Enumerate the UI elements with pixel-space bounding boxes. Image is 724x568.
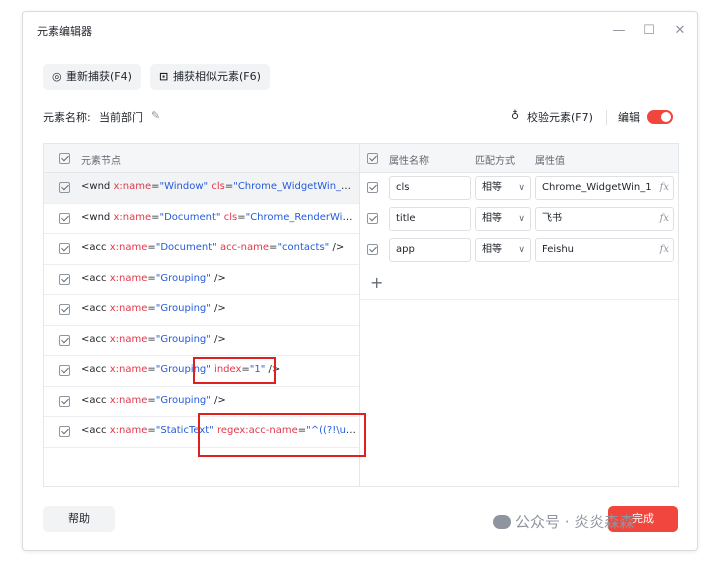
tree-node-checkbox[interactable] [59,395,70,407]
fx-icon[interactable]: fx [660,208,669,230]
element-tree-header-label: 元素节点 [81,156,121,167]
attribute-name-field[interactable]: cls [389,176,471,200]
edit-name-pencil-icon[interactable]: ✎ [151,109,160,122]
chevron-down-icon: ∨ [518,214,525,224]
tree-node-text: <wnd x:name="Document" cls="Chrome_Rende… [81,211,357,223]
element-name-label: 元素名称: [43,111,91,124]
tree-node-text: <acc x:name="Grouping" /> [81,394,226,406]
capture-similar-button[interactable]: ⊡ 捕获相似元素(F6) [150,64,270,90]
attribute-table: 属性名称 匹配方式 属性值 cls 相等 ∨ Chrome_WidgetWin_1 fx… [360,144,678,486]
attribute-checkbox[interactable] [367,244,378,255]
attribute-row: app 相等 ∨ Feishu fx [360,235,678,266]
attribute-value-field[interactable]: Chrome_WidgetWin_1 fx [535,176,674,200]
attribute-divider [360,299,678,300]
minimize-icon[interactable]: — [608,20,630,42]
wechat-icon [493,515,511,529]
tree-node-checkbox[interactable] [59,273,70,285]
toolbar-divider [606,110,607,125]
title-bar: 元素编辑器 — ☐ ✕ [23,12,697,48]
attribute-table-header: 属性名称 匹配方式 属性值 [360,144,678,173]
tree-node-checkbox[interactable] [59,334,70,346]
tree-node-text: <acc x:name="Grouping" /> [81,303,226,314]
tree-node-checkbox[interactable] [59,365,70,376]
tree-node-checkbox[interactable] [59,212,70,224]
recapture-icon: ◎ [52,70,62,83]
attr-value-header: 属性值 [535,156,565,167]
tree-node-text: <acc x:name="Document" acc-name="contact… [81,242,345,253]
element-tree-rows: <wnd x:name="Window" cls="Chrome_WidgetW… [44,173,359,448]
select-all-nodes-checkbox[interactable] [59,153,70,164]
tree-node-row[interactable]: <acc x:name="Grouping" /> [44,295,359,326]
attribute-value-field[interactable]: Feishu fx [535,238,674,262]
attribute-value-field[interactable]: 飞书 fx [535,207,674,231]
element-tree-header: 元素节点 [44,144,359,173]
attribute-checkbox[interactable] [367,213,378,224]
close-icon[interactable]: ✕ [669,20,691,42]
chevron-down-icon: ∨ [518,245,525,255]
fx-icon[interactable]: fx [660,177,669,199]
match-mode-select[interactable]: 相等 ∨ [475,207,531,231]
tree-node-text: <wnd x:name="Window" cls="Chrome_WidgetW… [81,181,357,192]
tree-node-checkbox[interactable] [59,243,70,254]
maximize-icon[interactable]: ☐ [638,20,660,42]
highlight-index-box [193,357,276,384]
tree-node-checkbox[interactable] [59,182,70,193]
tree-node-text: <acc x:name="Grouping" /> [81,272,226,284]
highlight-regex-box [198,413,366,457]
recapture-button[interactable]: ◎ 重新捕获(F4) [43,64,141,90]
watermark: 公众号 · 炎炎森森 [493,511,634,532]
add-attribute-icon[interactable]: + [370,275,383,291]
window-title: 元素编辑器 [37,25,92,38]
attr-match-header: 匹配方式 [475,156,515,167]
help-button[interactable]: 帮助 [43,506,115,532]
tree-node-row[interactable]: <acc x:name="Grouping" /> [44,265,359,295]
attribute-row: cls 相等 ∨ Chrome_WidgetWin_1 fx [360,173,678,204]
attribute-name-field[interactable]: title [389,207,471,231]
attribute-rows: cls 相等 ∨ Chrome_WidgetWin_1 fx title 相等 ∨ 飞书 fx ap… [360,173,678,266]
edit-toggle[interactable] [647,110,673,124]
attr-name-header: 属性名称 [389,156,429,167]
verify-element-button[interactable]: 校验元素(F7) [527,109,593,125]
select-all-attrs-checkbox[interactable] [367,153,378,164]
match-mode-select[interactable]: 相等 ∨ [475,176,531,200]
element-name-value: 当前部门 [99,111,143,124]
tree-node-checkbox[interactable] [59,426,70,437]
capture-similar-icon: ⊡ [159,70,169,83]
edit-toggle-label: 编辑 [618,111,640,124]
tree-node-row[interactable]: <wnd x:name="Window" cls="Chrome_WidgetW… [44,173,359,204]
tree-node-checkbox[interactable] [59,304,70,315]
tree-node-row[interactable]: <wnd x:name="Document" cls="Chrome_Rende… [44,204,359,234]
attribute-name-field[interactable]: app [389,238,471,262]
verify-bulb-icon: ♁ [511,109,520,122]
chevron-down-icon: ∨ [518,183,525,193]
match-mode-select[interactable]: 相等 ∨ [475,238,531,262]
attribute-row: title 相等 ∨ 飞书 fx [360,204,678,235]
tree-node-row[interactable]: <acc x:name="Document" acc-name="contact… [44,234,359,265]
tree-node-row[interactable]: <acc x:name="Grouping" /> [44,326,359,356]
tree-node-text: <acc x:name="Grouping" /> [81,333,226,345]
fx-icon[interactable]: fx [660,239,669,261]
element-editor-window: 元素编辑器 — ☐ ✕ ◎ 重新捕获(F4) ⊡ 捕获相似元素(F6) 元素名称: … [22,11,698,551]
attribute-checkbox[interactable] [367,182,378,193]
